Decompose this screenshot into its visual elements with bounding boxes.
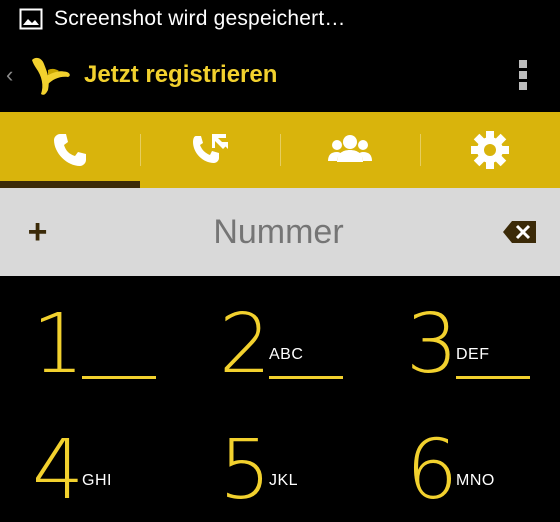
key-letters: DEF xyxy=(456,346,490,363)
tab-call-log[interactable] xyxy=(140,112,280,188)
banana-logo[interactable] xyxy=(26,50,76,100)
number-entry-bar: + xyxy=(0,188,560,276)
settings-gear-icon xyxy=(471,131,509,169)
key-letters: MNO xyxy=(456,472,495,489)
key-underline xyxy=(82,376,156,379)
tab-contacts[interactable] xyxy=(280,112,420,188)
call-log-icon xyxy=(193,134,228,163)
tab-bar xyxy=(0,112,560,188)
key-letters: GHI xyxy=(82,472,112,489)
key-digit: 1 xyxy=(32,297,85,392)
key-3[interactable]: 3 DEF xyxy=(374,276,560,396)
back-chevron-icon[interactable]: ‹ xyxy=(6,62,18,88)
phone-icon xyxy=(54,134,86,166)
key-digit: 2 xyxy=(219,297,272,392)
backspace-icon[interactable] xyxy=(502,220,538,244)
status-notification-text: Screenshot wird gespeichert… xyxy=(54,7,346,30)
key-digit: 4 xyxy=(32,423,85,518)
action-bar: ‹ Jetzt registrieren xyxy=(0,38,560,112)
number-input[interactable] xyxy=(55,211,502,253)
overflow-menu-icon[interactable] xyxy=(516,60,530,92)
plus-button[interactable]: + xyxy=(20,213,55,252)
key-digit: 6 xyxy=(406,423,459,518)
key-2[interactable]: 2 ABC xyxy=(187,276,373,396)
key-6[interactable]: 6 MNO xyxy=(374,402,560,522)
key-1[interactable]: 1 xyxy=(0,276,186,396)
dial-keypad: 1 2 ABC 3 DEF 4 GHI 5 JKL 6 MNO xyxy=(0,276,560,512)
status-bar: Screenshot wird gespeichert… xyxy=(0,0,560,38)
key-5[interactable]: 5 JKL xyxy=(187,402,373,522)
key-underline xyxy=(456,376,530,379)
key-letters: JKL xyxy=(269,472,299,489)
key-4[interactable]: 4 GHI xyxy=(0,402,186,522)
tab-dialer[interactable] xyxy=(0,112,140,188)
page-title: Jetzt registrieren xyxy=(84,61,278,88)
tab-settings[interactable] xyxy=(420,112,560,188)
key-digit: 3 xyxy=(406,297,459,392)
image-icon xyxy=(12,0,50,38)
key-letters: ABC xyxy=(269,346,304,363)
contacts-icon xyxy=(328,135,372,162)
key-underline xyxy=(269,376,343,379)
key-digit: 5 xyxy=(219,423,272,518)
